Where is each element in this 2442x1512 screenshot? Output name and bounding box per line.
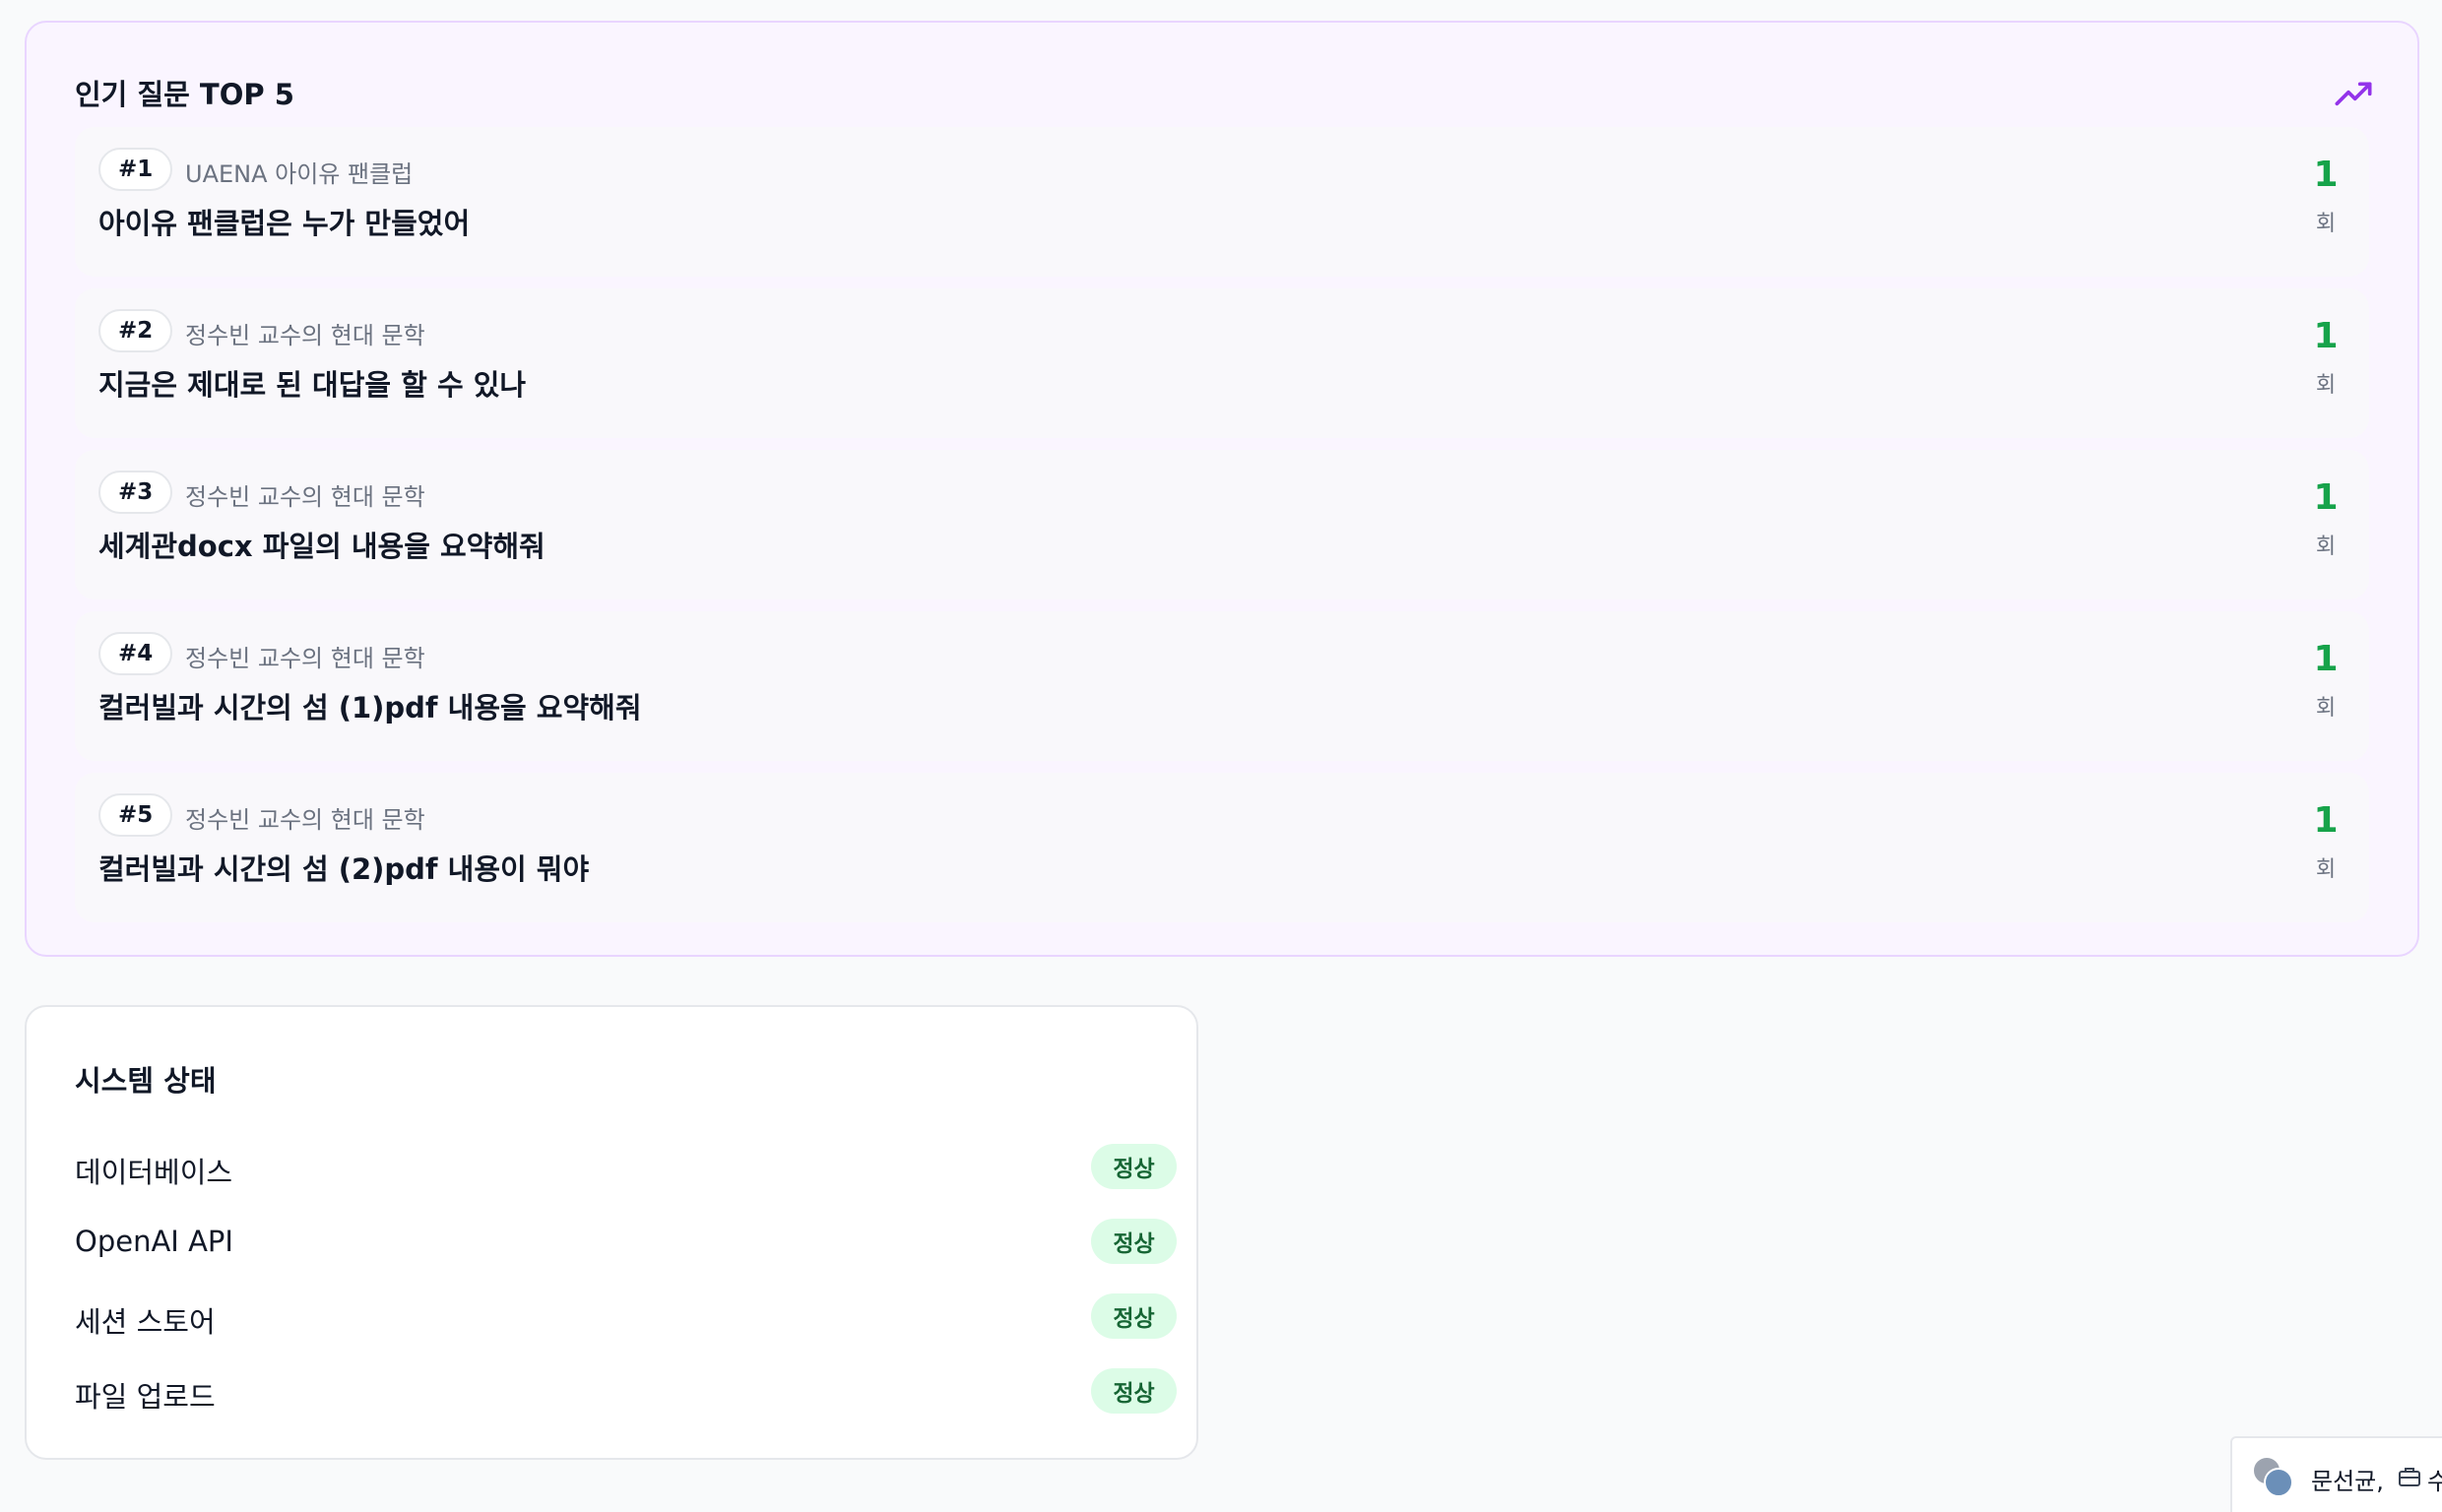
question-item-1[interactable]: #1 UAENA 아이유 팬클럽 아이유 팬클럽은 누가 만들었어 1 회 [75, 127, 2369, 277]
system-status-row-openai: OpenAI API 정상 [75, 1217, 1177, 1266]
question-count-unit: 회 [2315, 373, 2337, 398]
question-item-2[interactable]: #2 정수빈 교수의 현대 문학 지금은 제대로 된 대답을 할 수 있나 1 … [75, 288, 2369, 438]
status-badge: 정상 [1091, 1144, 1177, 1189]
user-chip[interactable]: 문선균, 수 [2230, 1436, 2442, 1512]
question-source: UAENA 아이유 팬클럽 [185, 160, 414, 188]
dashboard-page: 인기 질문 TOP 5 #1 UAENA 아이유 팬클럽 아이유 팬클럽은 누가… [0, 0, 2442, 1512]
question-source: 정수빈 교수의 현대 문학 [185, 645, 425, 672]
system-status-title: 시스템 상태 [75, 1064, 217, 1098]
question-source: 정수빈 교수의 현대 문학 [185, 483, 425, 511]
popular-questions-card: 인기 질문 TOP 5 #1 UAENA 아이유 팬클럽 아이유 팬클럽은 누가… [25, 21, 2419, 957]
system-status-card: 시스템 상태 데이터베이스 정상 OpenAI API 정상 세션 스토어 정상… [25, 1005, 1198, 1460]
question-count-unit: 회 [2315, 696, 2337, 721]
status-badge: 정상 [1091, 1293, 1177, 1339]
question-count-unit: 회 [2315, 212, 2337, 236]
question-count: 1 [2313, 477, 2339, 518]
system-status-label: 데이터베이스 [75, 1156, 233, 1189]
question-count: 1 [2313, 639, 2339, 679]
question-count: 1 [2313, 800, 2339, 841]
system-status-label: 파일 업로드 [75, 1380, 216, 1414]
user-chip-extra: 수 [2427, 1468, 2442, 1495]
user-name: 문선균, [2311, 1468, 2384, 1495]
question-item-5[interactable]: #5 정수빈 교수의 현대 문학 컬러빌과 시간의 섬 (2)pdf 내용이 뭐… [75, 773, 2369, 922]
question-text: 아이유 팬클럽은 누가 만들었어 [98, 207, 471, 240]
rank-badge: #1 [98, 148, 173, 191]
question-item-3[interactable]: #3 정수빈 교수의 현대 문학 세계관docx 파일의 내용을 요약해줘 1 … [75, 450, 2369, 599]
rank-badge: #5 [98, 793, 173, 837]
status-badge: 정상 [1091, 1219, 1177, 1264]
rank-badge: #2 [98, 309, 173, 352]
avatar [2252, 1456, 2295, 1499]
question-item-4[interactable]: #4 정수빈 교수의 현대 문학 컬러빌과 시간의 섬 (1)pdf 내용을 요… [75, 611, 2369, 761]
question-text: 지금은 제대로 된 대답을 할 수 있나 [98, 368, 527, 402]
rank-badge: #3 [98, 471, 173, 514]
avatar-image [2264, 1468, 2293, 1497]
question-source: 정수빈 교수의 현대 문학 [185, 806, 425, 834]
trending-up-icon [2335, 82, 2372, 106]
briefcase-icon [2399, 1468, 2420, 1486]
question-count: 1 [2313, 316, 2339, 356]
question-text: 컬러빌과 시간의 섬 (1)pdf 내용을 요약해줘 [98, 691, 642, 724]
question-text: 컬러빌과 시간의 섬 (2)pdf 내용이 뭐야 [98, 852, 590, 886]
question-count-unit: 회 [2315, 857, 2337, 882]
status-badge: 정상 [1091, 1368, 1177, 1414]
system-status-label: OpenAI API [75, 1225, 233, 1258]
rank-badge: #4 [98, 632, 173, 675]
question-source: 정수빈 교수의 현대 문학 [185, 322, 425, 349]
question-count-unit: 회 [2315, 535, 2337, 559]
question-count: 1 [2313, 155, 2339, 195]
question-text: 세계관docx 파일의 내용을 요약해줘 [98, 530, 546, 563]
system-status-row-file-upload: 파일 업로드 정상 [75, 1366, 1177, 1416]
system-status-label: 세션 스토어 [75, 1305, 216, 1339]
system-status-row-session-store: 세션 스토어 정상 [75, 1292, 1177, 1341]
popular-questions-title: 인기 질문 TOP 5 [75, 78, 294, 111]
system-status-row-database: 데이터베이스 정상 [75, 1142, 1177, 1191]
